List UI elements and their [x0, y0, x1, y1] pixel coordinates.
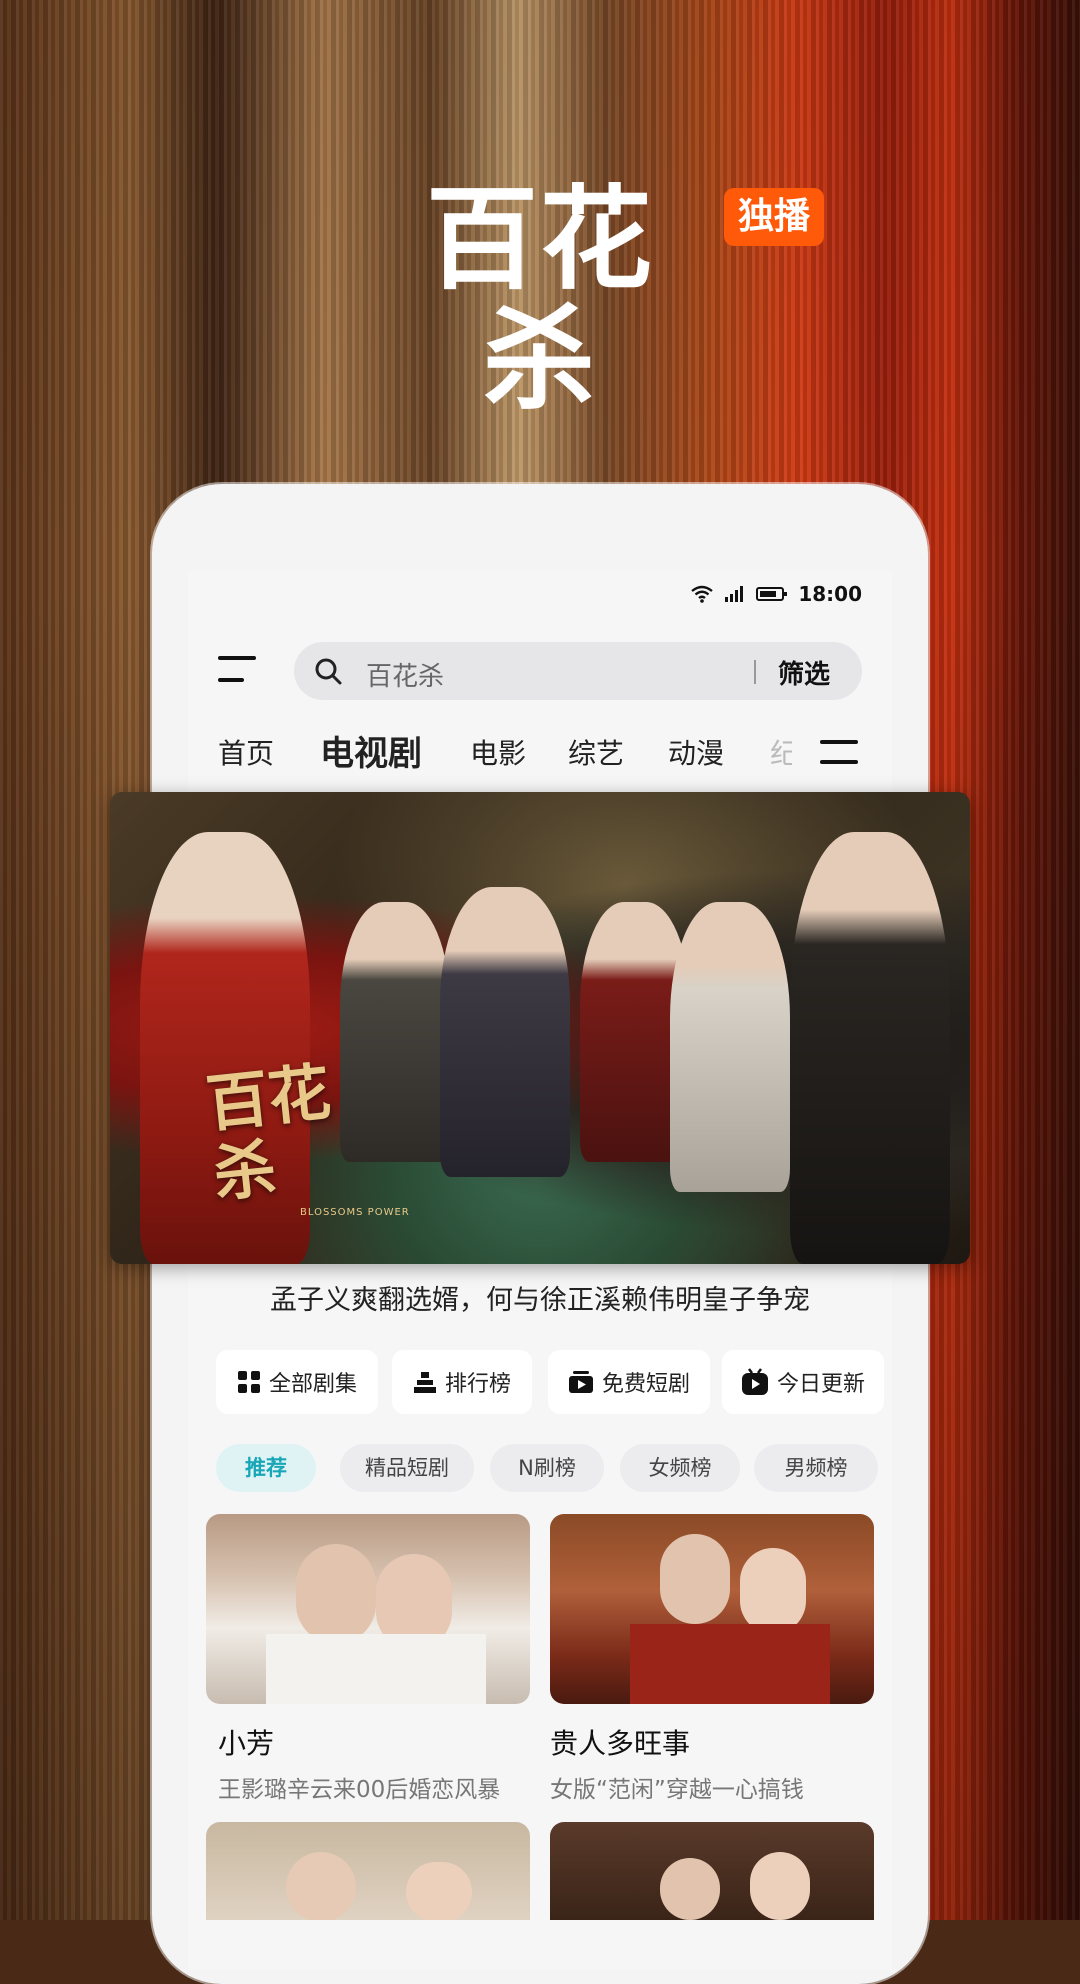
card-thumbnail-face	[296, 1544, 376, 1644]
chip-female-ranking[interactable]: 女频榜	[620, 1444, 740, 1492]
card-thumbnail-face	[750, 1852, 810, 1920]
card-thumbnail-face	[740, 1548, 806, 1634]
status-time: 18:00	[798, 582, 862, 606]
podium-icon	[413, 1372, 436, 1393]
quick-all-series[interactable]: 全部剧集	[216, 1350, 378, 1414]
search-row: 百花杀 筛选	[188, 628, 892, 708]
tab-documentary[interactable]: 纪	[770, 732, 792, 772]
card-title[interactable]: 贵人多旺事	[550, 1722, 690, 1762]
hero-figure-6	[790, 832, 950, 1264]
search-placeholder: 百花杀	[366, 662, 445, 692]
card-thumbnail-face	[660, 1858, 720, 1920]
search-input[interactable]: 百花杀 筛选	[294, 642, 862, 700]
hero-figure-3	[440, 887, 570, 1177]
tv-play-icon	[741, 1368, 768, 1395]
quick-all-series-label: 全部剧集	[268, 1372, 357, 1397]
hero-banner[interactable]: 百花杀 BLOSSOMS POWER	[110, 792, 970, 1264]
card-thumbnail[interactable]	[550, 1822, 874, 1920]
search-divider	[754, 660, 756, 684]
filter-button[interactable]: 筛选	[778, 654, 830, 691]
card-thumbnail[interactable]	[206, 1822, 530, 1920]
tab-anime[interactable]: 动漫	[668, 732, 724, 772]
hero-logo: 百花杀	[202, 1055, 334, 1211]
hero-logo-subtitle: BLOSSOMS POWER	[300, 1207, 410, 1218]
chip-premium-shorts[interactable]: 精品短剧	[340, 1444, 474, 1492]
grid-icon	[237, 1371, 260, 1393]
tabs-menu-icon[interactable]	[818, 736, 860, 768]
card-thumbnail-body	[266, 1634, 486, 1704]
hero-figure-5	[670, 902, 790, 1192]
chip-male-ranking[interactable]: 男频榜	[754, 1444, 878, 1492]
quick-ranking-label: 排行榜	[444, 1372, 511, 1397]
card-thumbnail-body	[630, 1624, 830, 1704]
card-subtitle: 王影璐辛云来00后婚恋风暴	[218, 1777, 501, 1803]
tab-movies[interactable]: 电影	[470, 732, 526, 772]
chip-recommended[interactable]: 推荐	[216, 1444, 316, 1492]
tab-home[interactable]: 首页	[218, 732, 274, 772]
tab-tv-series[interactable]: 电视剧	[320, 726, 422, 775]
wifi-icon	[691, 585, 714, 603]
signal-icon	[725, 586, 744, 602]
quick-today-updates[interactable]: 今日更新	[722, 1350, 884, 1414]
card-thumbnail[interactable]	[206, 1514, 530, 1704]
battery-icon	[756, 587, 788, 601]
quick-today-updates-label: 今日更新	[776, 1372, 865, 1397]
promo-title: 百花杀	[426, 175, 654, 425]
card-thumbnail-face	[286, 1852, 356, 1920]
card-subtitle: 女版“范闲”穿越一心搞钱	[550, 1777, 804, 1803]
video-box-icon	[568, 1371, 593, 1393]
menu-icon[interactable]	[218, 650, 258, 690]
status-bar: 18:00	[188, 570, 892, 620]
category-tabs: 首页 电视剧 电影 综艺 动漫 纪	[188, 718, 892, 782]
search-icon	[315, 658, 342, 685]
hero-headline[interactable]: 孟子义爽翻选婿，何与徐正溪赖伟明皇子争宠	[188, 1278, 892, 1317]
card-title[interactable]: 小芳	[218, 1722, 274, 1762]
card-thumbnail[interactable]	[550, 1514, 874, 1704]
status-icons: 18:00	[690, 582, 862, 606]
card-thumbnail-face	[406, 1862, 472, 1920]
exclusive-badge: 独播	[724, 188, 824, 246]
quick-free-shorts-label: 免费短剧	[601, 1372, 690, 1397]
chip-rewatch-ranking[interactable]: N刷榜	[490, 1444, 604, 1492]
app-screen: 18:00 百花杀 筛选 首页 电视剧 电影 综艺 动漫 纪	[188, 570, 892, 1970]
card-thumbnail-face	[660, 1534, 730, 1624]
tab-variety[interactable]: 综艺	[568, 732, 624, 772]
quick-ranking[interactable]: 排行榜	[392, 1350, 532, 1414]
quick-free-shorts[interactable]: 免费短剧	[548, 1350, 710, 1414]
